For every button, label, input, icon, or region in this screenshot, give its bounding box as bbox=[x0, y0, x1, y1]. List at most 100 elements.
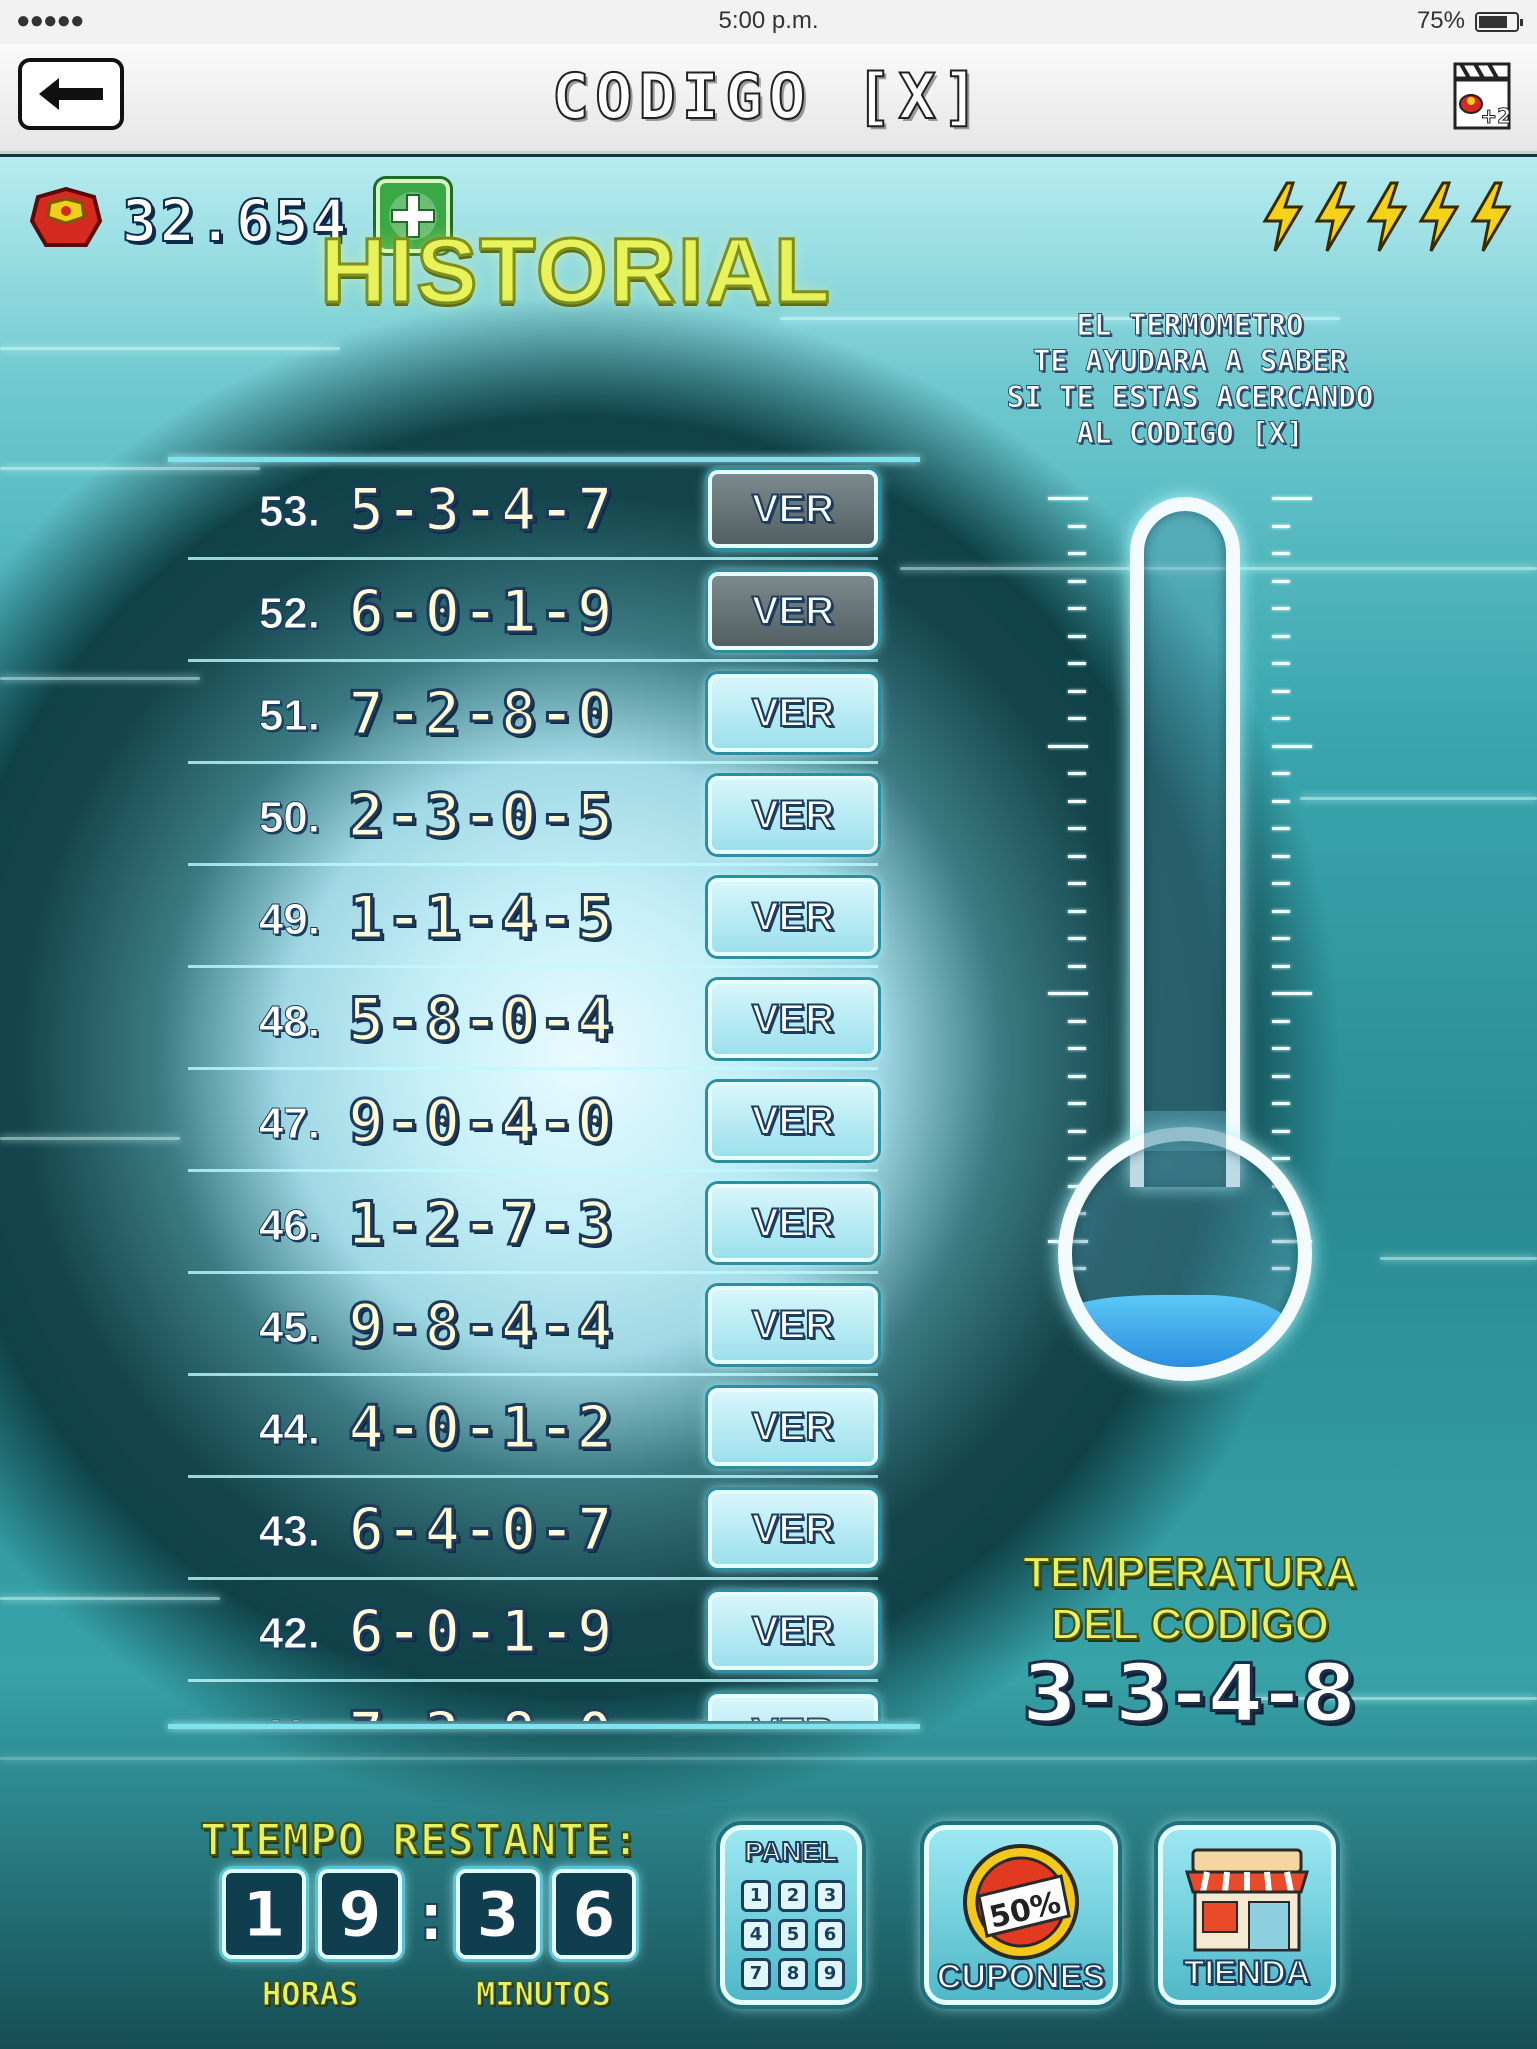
timer-digit-minutes-tens: 3 bbox=[456, 1869, 540, 1959]
history-row-number: 51. bbox=[258, 691, 320, 741]
ver-button[interactable]: VER bbox=[708, 1082, 878, 1160]
battery-percentage: 75% bbox=[1416, 7, 1465, 34]
coupon-icon: 50% bbox=[963, 1844, 1079, 1960]
row-separator bbox=[188, 863, 878, 866]
history-row-code: 5-8-0-4 bbox=[347, 984, 615, 1057]
thermometer-tick bbox=[1272, 882, 1290, 885]
temperature-code: 3-3-4-8 bbox=[1020, 1646, 1359, 1742]
thermometer-tick bbox=[1068, 1020, 1086, 1023]
ver-button[interactable]: VER bbox=[708, 674, 878, 752]
keypad-key: 3 bbox=[815, 1880, 845, 1912]
thermometer-tick bbox=[1068, 827, 1086, 830]
history-frame-top bbox=[168, 457, 920, 462]
lightning-bolt-icon bbox=[1366, 181, 1408, 252]
video-reward-badge: +2 bbox=[1480, 104, 1512, 129]
keypad-key: 6 bbox=[815, 1919, 845, 1951]
history-row-number: 53. bbox=[258, 487, 320, 537]
history-row-code: 9-0-4-0 bbox=[347, 1086, 615, 1159]
ver-button[interactable]: VER bbox=[708, 1286, 878, 1364]
thermometer-tick bbox=[1272, 607, 1290, 610]
thermometer-ticks-right bbox=[1272, 497, 1314, 1270]
history-row-code: 9-8-4-4 bbox=[347, 1290, 615, 1363]
ver-button[interactable]: VER bbox=[708, 470, 878, 548]
thermometer-tick bbox=[1272, 910, 1290, 913]
coin-count: 32.654 bbox=[121, 186, 350, 256]
history-row-code: 1-2-7-3 bbox=[347, 1188, 615, 1261]
page-title: CODIGO [X] bbox=[551, 59, 986, 134]
history-row: 52. 6-0-1-9 VER bbox=[188, 567, 888, 669]
history-row: 53. 5-3-4-7 VER bbox=[188, 465, 888, 567]
history-list[interactable]: 53. 5-3-4-7 VER 52. 6-0-1-9 VER 51. 7-2-8-0 VER 5… bbox=[168, 465, 920, 1721]
thermometer-tick bbox=[1272, 690, 1290, 693]
thermometer-tick bbox=[1048, 992, 1088, 995]
timer-colon: : bbox=[417, 1878, 445, 1957]
keypad-icon: 123 456 789 bbox=[741, 1880, 845, 1990]
tienda-button[interactable]: TIENDA bbox=[1158, 1825, 1336, 2005]
history-frame-bottom bbox=[168, 1724, 920, 1729]
tienda-button-label: TIENDA bbox=[1183, 1953, 1312, 1993]
cupones-button-label: CUPONES bbox=[936, 1957, 1106, 1997]
temperature-label-line: TEMPERATURA bbox=[1022, 1547, 1358, 1598]
hours-label: HORAS bbox=[261, 1975, 359, 2014]
ver-button[interactable]: VER bbox=[708, 1388, 878, 1466]
light-streak bbox=[0, 347, 340, 350]
history-row: 46. 1-2-7-3 VER bbox=[188, 1179, 888, 1281]
video-reward-button[interactable]: +2 bbox=[1451, 58, 1513, 134]
thermometer-neck bbox=[1144, 1111, 1226, 1151]
thermometer-tick bbox=[1068, 800, 1086, 803]
history-row-number: 46. bbox=[258, 1201, 320, 1251]
temperature-label: TEMPERATURA DEL CODIGO bbox=[980, 1547, 1400, 1651]
history-row: 51. 7-2-8-0 VER bbox=[188, 669, 888, 771]
history-row-code: 4-0-1-2 bbox=[347, 1392, 615, 1465]
ver-button[interactable]: VER bbox=[708, 776, 878, 854]
status-time: 5:00 p.m. bbox=[718, 7, 819, 34]
history-row-number: 49. bbox=[258, 895, 320, 945]
ver-button[interactable]: VER bbox=[708, 572, 878, 650]
ver-button[interactable]: VER bbox=[708, 1694, 878, 1721]
keypad-key: 9 bbox=[815, 1958, 845, 1990]
ver-button[interactable]: VER bbox=[708, 1592, 878, 1670]
ver-button[interactable]: VER bbox=[708, 980, 878, 1058]
ver-button[interactable]: VER bbox=[708, 1184, 878, 1262]
thermometer-tick bbox=[1068, 1157, 1086, 1160]
thermometer-tick bbox=[1272, 1047, 1290, 1050]
thermometer-tick bbox=[1272, 745, 1312, 748]
history-row: 44. 4-0-1-2 VER bbox=[188, 1383, 888, 1485]
history-row-number: 48. bbox=[258, 997, 320, 1047]
history-row-code: 7-2-8-0 bbox=[347, 1698, 688, 1722]
row-separator bbox=[188, 557, 878, 560]
history-row-number: 50. bbox=[258, 793, 320, 843]
thermometer-tick bbox=[1068, 937, 1086, 940]
thermometer-tick bbox=[1068, 1047, 1086, 1050]
thermometer-tick bbox=[1272, 552, 1290, 555]
thermometer-tick bbox=[1068, 1102, 1086, 1105]
row-separator bbox=[188, 761, 878, 764]
battery-icon bbox=[1475, 12, 1523, 32]
thermometer-tick bbox=[1068, 580, 1086, 583]
panel-button[interactable]: PANEL 123 456 789 bbox=[720, 1825, 862, 2005]
timer-label: TIEMPO RESTANTE: bbox=[199, 1814, 640, 1867]
history-row: 43. 6-4-0-7 VER bbox=[188, 1485, 888, 1587]
thermometer-tick bbox=[1272, 497, 1312, 500]
historial-title: HISTORIAL bbox=[318, 219, 833, 324]
thermometer-tick bbox=[1272, 525, 1290, 528]
thermometer-tick bbox=[1272, 662, 1290, 665]
keypad-key: 5 bbox=[778, 1919, 808, 1951]
thermometer-hint: EL TERMOMETRO TE AYUDARA A SABER SI TE E… bbox=[980, 307, 1400, 451]
ver-button[interactable]: VER bbox=[708, 878, 878, 956]
history-row-number: 52. bbox=[258, 589, 320, 639]
history-row-code: 1-1-4-5 bbox=[347, 882, 615, 955]
panel-button-label: PANEL bbox=[744, 1835, 839, 1868]
ver-button[interactable]: VER bbox=[708, 1490, 878, 1568]
history-row: 45. 9-8-4-4 VER bbox=[188, 1281, 888, 1383]
history-row-code: 6-0-1-9 bbox=[347, 1596, 615, 1669]
thermometer-tick bbox=[1272, 1075, 1290, 1078]
thermometer-tick bbox=[1272, 992, 1312, 995]
thermometer-tick bbox=[1272, 855, 1290, 858]
row-separator bbox=[188, 1271, 878, 1274]
history-row: 49. 1-1-4-5 VER bbox=[188, 873, 888, 975]
thermometer-tick bbox=[1272, 580, 1290, 583]
cupones-button[interactable]: 50% CUPONES bbox=[924, 1825, 1118, 2005]
keypad-key: 4 bbox=[741, 1919, 771, 1951]
keypad-key: 7 bbox=[741, 1958, 771, 1990]
